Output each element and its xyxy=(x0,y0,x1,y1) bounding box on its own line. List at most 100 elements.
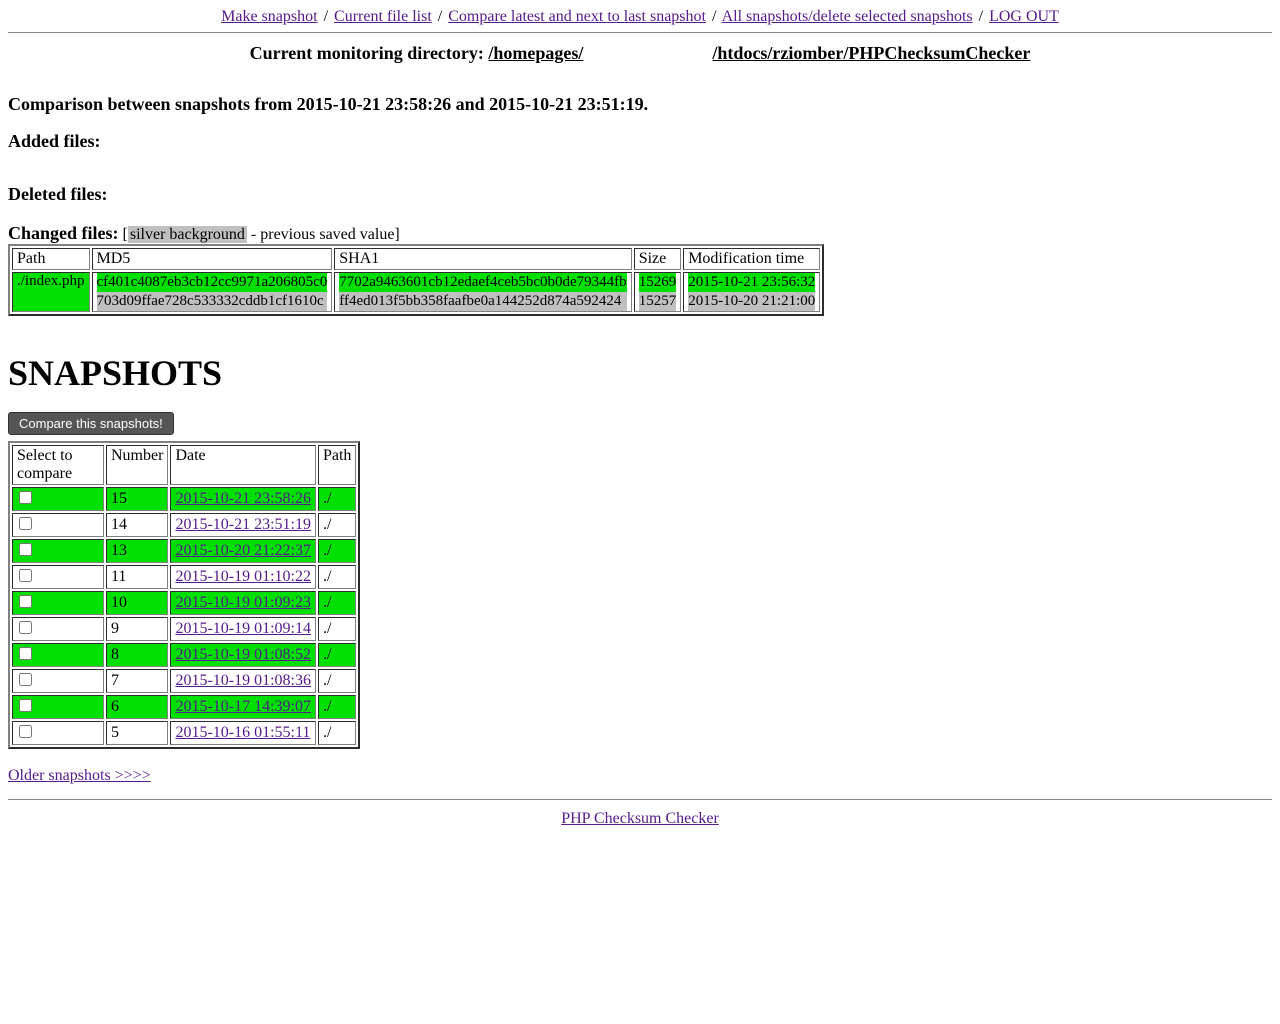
monitoring-label: Current monitoring directory: xyxy=(250,43,484,63)
deleted-files-label: Deleted files: xyxy=(8,184,1272,205)
snapshot-row: 10 2015-10-19 01:09:23 ./ xyxy=(12,591,356,615)
cell-date: 2015-10-17 14:39:07 xyxy=(170,695,316,719)
snapshot-date-link[interactable]: 2015-10-21 23:51:19 xyxy=(175,516,311,533)
comparison-heading: Comparison between snapshots from 2015-1… xyxy=(8,94,1272,115)
col-size: Size xyxy=(634,248,682,270)
cell-number: 10 xyxy=(106,591,168,615)
col-sha1: SHA1 xyxy=(334,248,631,270)
added-files-label: Added files: xyxy=(8,131,1272,152)
cell-md5: cf401c4087eb3cb12cc9971a206805c0 703d09f… xyxy=(92,272,333,312)
compare-snapshots-button[interactable]: Compare this snapshots! xyxy=(8,412,174,435)
cell-path: ./ xyxy=(318,669,356,693)
nav-all-snapshots[interactable]: All snapshots/delete selected snapshots xyxy=(722,8,973,25)
snapshot-date-link[interactable]: 2015-10-21 23:58:26 xyxy=(175,490,311,507)
snapshot-row: 142015-10-21 23:51:19./ xyxy=(12,513,356,537)
nav-compare-latest[interactable]: Compare latest and next to last snapshot xyxy=(448,8,706,25)
cell-number: 13 xyxy=(106,539,168,563)
cell-number: 15 xyxy=(106,487,168,511)
cell-date: 2015-10-19 01:09:14 xyxy=(170,617,316,641)
cell-select xyxy=(12,513,104,537)
changed-legend: [silver background - previous saved valu… xyxy=(123,226,400,243)
snapshot-date-link[interactable]: 2015-10-16 01:55:11 xyxy=(175,724,310,741)
size-old: 15257 xyxy=(639,292,677,311)
cell-mtime: 2015-10-21 23:56:32 2015-10-20 21:21:00 xyxy=(683,272,820,312)
cell-date: 2015-10-20 21:22:37 xyxy=(170,539,316,563)
cell-date: 2015-10-16 01:55:11 xyxy=(170,721,316,745)
cell-select xyxy=(12,565,104,589)
changed-file-row: ./index.php cf401c4087eb3cb12cc9971a2068… xyxy=(12,272,820,312)
cell-path: ./ xyxy=(318,513,356,537)
cell-number: 11 xyxy=(106,565,168,589)
snapshot-date-link[interactable]: 2015-10-20 21:22:37 xyxy=(175,542,311,559)
cell-number: 5 xyxy=(106,721,168,745)
select-snapshot-checkbox[interactable] xyxy=(19,621,32,634)
nav-make-snapshot[interactable]: Make snapshot xyxy=(221,8,317,25)
snapshot-date-link[interactable]: 2015-10-19 01:09:14 xyxy=(175,620,311,637)
cell-select xyxy=(12,695,104,719)
snapshot-date-link[interactable]: 2015-10-19 01:09:23 xyxy=(175,594,311,611)
changed-files-table: Path MD5 SHA1 Size Modification time ./i… xyxy=(8,244,824,316)
older-snapshots-link[interactable]: Older snapshots >>>> xyxy=(8,767,1272,785)
select-snapshot-checkbox[interactable] xyxy=(19,569,32,582)
cell-path: ./ xyxy=(318,591,356,615)
cell-date: 2015-10-19 01:08:52 xyxy=(170,643,316,667)
nav-sep: / xyxy=(712,8,716,25)
divider xyxy=(8,799,1272,800)
nav-current-file-list[interactable]: Current file list xyxy=(334,8,432,25)
col-number: Number xyxy=(106,445,168,485)
select-snapshot-checkbox[interactable] xyxy=(19,725,32,738)
col-md5: MD5 xyxy=(92,248,333,270)
nav-sep: / xyxy=(438,8,442,25)
col-select: Select to compare xyxy=(12,445,104,485)
select-snapshot-checkbox[interactable] xyxy=(19,699,32,712)
cell-path: ./ xyxy=(318,539,356,563)
changed-files-line: Changed files: [silver background - prev… xyxy=(8,223,1272,244)
select-snapshot-checkbox[interactable] xyxy=(19,517,32,530)
cell-select xyxy=(12,721,104,745)
cell-select xyxy=(12,591,104,615)
cell-number: 9 xyxy=(106,617,168,641)
cell-number: 6 xyxy=(106,695,168,719)
md5-new: cf401c4087eb3cb12cc9971a206805c0 xyxy=(97,273,328,292)
cell-sha1: 7702a9463601cb12edaef4ceb5bc0b0de79344fb… xyxy=(334,272,631,312)
table-header-row: Select to compare Number Date Path xyxy=(12,445,356,485)
cell-date: 2015-10-21 23:51:19 xyxy=(170,513,316,537)
select-snapshot-checkbox[interactable] xyxy=(19,673,32,686)
select-snapshot-checkbox[interactable] xyxy=(19,595,32,608)
table-header-row: Path MD5 SHA1 Size Modification time xyxy=(12,248,820,270)
legend-silver-bg: silver background xyxy=(128,226,247,243)
md5-old: 703d09ffae728c533332cddb1cf1610c xyxy=(97,292,328,311)
divider xyxy=(8,32,1272,33)
snapshot-row: 13 2015-10-20 21:22:37 ./ xyxy=(12,539,356,563)
size-new: 15269 xyxy=(639,273,677,292)
nav-logout[interactable]: LOG OUT xyxy=(989,8,1059,25)
cell-number: 8 xyxy=(106,643,168,667)
col-path: Path xyxy=(12,248,90,270)
monitoring-path-2[interactable]: /htdocs/rziomber/PHPChecksumChecker xyxy=(712,43,1030,63)
sha1-new: 7702a9463601cb12edaef4ceb5bc0b0de79344fb xyxy=(339,273,626,292)
snapshot-date-link[interactable]: 2015-10-19 01:08:36 xyxy=(175,672,311,689)
select-snapshot-checkbox[interactable] xyxy=(19,491,32,504)
snapshots-table: Select to compare Number Date Path 15 201… xyxy=(8,441,360,749)
select-snapshot-checkbox[interactable] xyxy=(19,543,32,556)
snapshot-row: 152015-10-21 23:58:26./ xyxy=(12,487,356,511)
footer-link[interactable]: PHP Checksum Checker xyxy=(561,810,719,827)
cell-path: ./ xyxy=(318,721,356,745)
monitoring-path-1[interactable]: /homepages/ xyxy=(488,43,583,63)
snapshot-date-link[interactable]: 2015-10-17 14:39:07 xyxy=(175,698,311,715)
cell-date: 2015-10-19 01:09:23 xyxy=(170,591,316,615)
cell-path: ./ xyxy=(318,695,356,719)
cell-date: 2015-10-21 23:58:26 xyxy=(170,487,316,511)
snapshot-row: 112015-10-19 01:10:22./ xyxy=(12,565,356,589)
snapshot-date-link[interactable]: 2015-10-19 01:10:22 xyxy=(175,568,311,585)
changed-files-label: Changed files: xyxy=(8,223,119,243)
select-snapshot-checkbox[interactable] xyxy=(19,647,32,660)
snapshot-row: 72015-10-19 01:08:36./ xyxy=(12,669,356,693)
snapshot-row: 92015-10-19 01:09:14./ xyxy=(12,617,356,641)
top-nav: Make snapshot / Current file list / Comp… xyxy=(8,8,1272,26)
nav-sep: / xyxy=(979,8,983,25)
snapshot-row: 82015-10-19 01:08:52./ xyxy=(12,643,356,667)
cell-path: ./index.php xyxy=(12,272,90,312)
snapshot-date-link[interactable]: 2015-10-19 01:08:52 xyxy=(175,646,311,663)
sha1-old: ff4ed013f5bb358faafbe0a144252d874a592424 xyxy=(339,292,626,311)
